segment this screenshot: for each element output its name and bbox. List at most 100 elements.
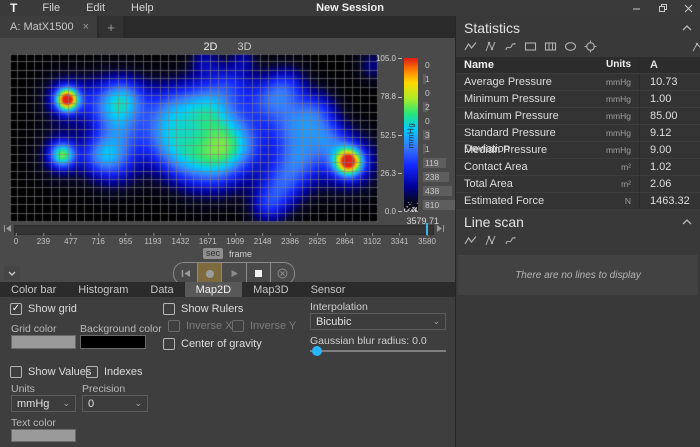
rectangle-tool-icon[interactable] bbox=[524, 40, 537, 53]
collapse-line-scan-icon[interactable] bbox=[682, 219, 692, 225]
skip-left-icon[interactable] bbox=[3, 224, 13, 234]
tab-sensor[interactable]: Sensor bbox=[300, 282, 357, 297]
tab-color-bar[interactable]: Color bar bbox=[0, 282, 67, 297]
stat-units: mmHg bbox=[589, 142, 639, 158]
checkbox-icon bbox=[86, 366, 98, 378]
freehand-tool-icon[interactable] bbox=[504, 234, 517, 247]
inverse-x-checkbox[interactable]: Inverse X bbox=[168, 320, 232, 332]
grid-region-tool-icon[interactable] bbox=[544, 40, 557, 53]
cancel-button[interactable] bbox=[271, 263, 294, 284]
play-button[interactable] bbox=[222, 263, 246, 284]
statistics-toolbar bbox=[456, 38, 700, 57]
colorbar-tick: 105.0 bbox=[376, 54, 402, 63]
center-of-gravity-checkbox[interactable]: Center of gravity bbox=[163, 338, 262, 350]
checkbox-icon bbox=[163, 338, 175, 350]
checkbox-icon bbox=[168, 320, 180, 332]
show-rulers-checkbox[interactable]: Show Rulers bbox=[163, 303, 243, 315]
stat-name: Contact Area bbox=[464, 159, 589, 175]
document-tab[interactable]: A: MatX1500 × bbox=[0, 16, 97, 38]
tab-close-icon[interactable]: × bbox=[83, 21, 89, 33]
add-tab-button[interactable]: + bbox=[99, 16, 123, 38]
statistics-header: Statistics bbox=[456, 16, 700, 38]
precision-dropdown[interactable]: 0 ⌄ bbox=[82, 395, 148, 412]
menubar: T File Edit Help New Session bbox=[0, 0, 700, 16]
units-label: Units bbox=[11, 383, 35, 395]
settings-tabstrip: Color bar Histogram Data Map2D Map3D Sen… bbox=[0, 282, 455, 297]
gaussian-blur-slider[interactable] bbox=[310, 350, 446, 352]
stat-name: Maximum Pressure bbox=[464, 108, 589, 124]
histogram-count: 0 bbox=[425, 86, 430, 100]
histogram-bin: 238 bbox=[423, 170, 455, 184]
line-tool-icon[interactable] bbox=[464, 234, 477, 247]
units-dropdown[interactable]: mmHg ⌄ bbox=[11, 395, 76, 412]
colorbar-tick: 78.8 bbox=[380, 92, 402, 101]
tab-map2d[interactable]: Map2D bbox=[185, 282, 242, 297]
skip-to-start-button[interactable] bbox=[174, 263, 198, 284]
document-tab-label: A: MatX1500 bbox=[10, 21, 74, 33]
timeline-tick: 3341 bbox=[391, 237, 409, 246]
minimize-icon[interactable] bbox=[630, 2, 642, 14]
show-values-checkbox[interactable]: Show Values bbox=[10, 366, 91, 378]
window-title: New Session bbox=[0, 2, 700, 14]
histogram-count: 2 bbox=[425, 100, 430, 114]
collapse-statistics-icon[interactable] bbox=[682, 25, 692, 31]
stat-name: Estimated Force bbox=[464, 193, 589, 209]
indexes-checkbox[interactable]: Indexes bbox=[86, 366, 143, 378]
histogram-count: 0 bbox=[425, 58, 430, 72]
collapse-panel-button[interactable] bbox=[4, 266, 20, 280]
freehand-tool-icon[interactable] bbox=[504, 40, 517, 53]
map2d-settings-panel: Show grid Grid color Background color Sh… bbox=[0, 297, 455, 447]
interpolation-dropdown[interactable]: Bicubic ⌄ bbox=[310, 313, 446, 330]
window-controls bbox=[630, 0, 694, 16]
stat-units: mmHg bbox=[589, 91, 639, 107]
background-color-swatch[interactable] bbox=[80, 335, 146, 349]
polyline-tool-icon[interactable] bbox=[484, 40, 497, 53]
polyline-tool-icon[interactable] bbox=[484, 234, 497, 247]
ellipse-tool-icon[interactable] bbox=[564, 40, 577, 53]
pressure-heatmap[interactable] bbox=[10, 54, 378, 222]
stat-value: 1.02 bbox=[639, 159, 700, 175]
unit-sec-toggle[interactable]: sec bbox=[203, 248, 223, 259]
timeline-tick: 0 bbox=[14, 237, 18, 246]
inverse-y-checkbox[interactable]: Inverse Y bbox=[232, 320, 296, 332]
chevron-down-icon: ⌄ bbox=[134, 398, 142, 409]
timeline-tick: 1909 bbox=[226, 237, 244, 246]
table-row: Minimum Pressure mmHg 1.00 bbox=[456, 91, 700, 108]
statistics-table: Name Units A Average Pressure mmHg 10.73… bbox=[456, 57, 700, 210]
histogram-count: 3 bbox=[425, 128, 430, 142]
stop-button[interactable] bbox=[247, 263, 271, 284]
column-name: Name bbox=[464, 57, 589, 73]
histogram-bin: 3 bbox=[423, 128, 455, 142]
tab-map3d[interactable]: Map3D bbox=[242, 282, 299, 297]
stat-units: mmHg bbox=[589, 108, 639, 124]
center-of-gravity-label: Center of gravity bbox=[181, 338, 262, 350]
colorbar-tick: 0.0 bbox=[385, 207, 402, 216]
indexes-label: Indexes bbox=[104, 366, 143, 378]
record-button[interactable] bbox=[198, 263, 222, 284]
interpolation-label: Interpolation bbox=[310, 301, 368, 313]
skip-right-icon[interactable] bbox=[436, 224, 446, 234]
timeline-scrubber[interactable] bbox=[14, 225, 434, 235]
timeline-axis: 0 239 477 716 955 1193 1432 1671 1909 21… bbox=[0, 237, 455, 246]
scatter-tool-icon[interactable] bbox=[691, 40, 700, 53]
crosshair-tool-icon[interactable] bbox=[584, 40, 597, 53]
maximize-icon[interactable] bbox=[656, 2, 668, 14]
line-tool-icon[interactable] bbox=[464, 40, 477, 53]
timeline-tick: 2148 bbox=[254, 237, 272, 246]
timeline-tick: 239 bbox=[37, 237, 50, 246]
tab-histogram[interactable]: Histogram bbox=[67, 282, 139, 297]
checkbox-icon bbox=[232, 320, 244, 332]
tab-data[interactable]: Data bbox=[139, 282, 184, 297]
unit-frame-toggle[interactable]: frame bbox=[229, 249, 252, 259]
text-color-swatch[interactable] bbox=[11, 429, 76, 442]
stat-value: 2.06 bbox=[639, 176, 700, 192]
stat-units: m² bbox=[589, 176, 639, 192]
slider-thumb[interactable] bbox=[312, 346, 322, 356]
timeline-tick: 2386 bbox=[281, 237, 299, 246]
show-grid-checkbox[interactable]: Show grid bbox=[10, 303, 77, 315]
stat-name: Average Pressure bbox=[464, 74, 589, 90]
gaussian-blur-label: Gaussian blur radius: 0.0 bbox=[310, 335, 427, 347]
close-icon[interactable] bbox=[682, 2, 694, 14]
grid-color-swatch[interactable] bbox=[11, 335, 76, 349]
inverse-y-label: Inverse Y bbox=[250, 320, 296, 332]
